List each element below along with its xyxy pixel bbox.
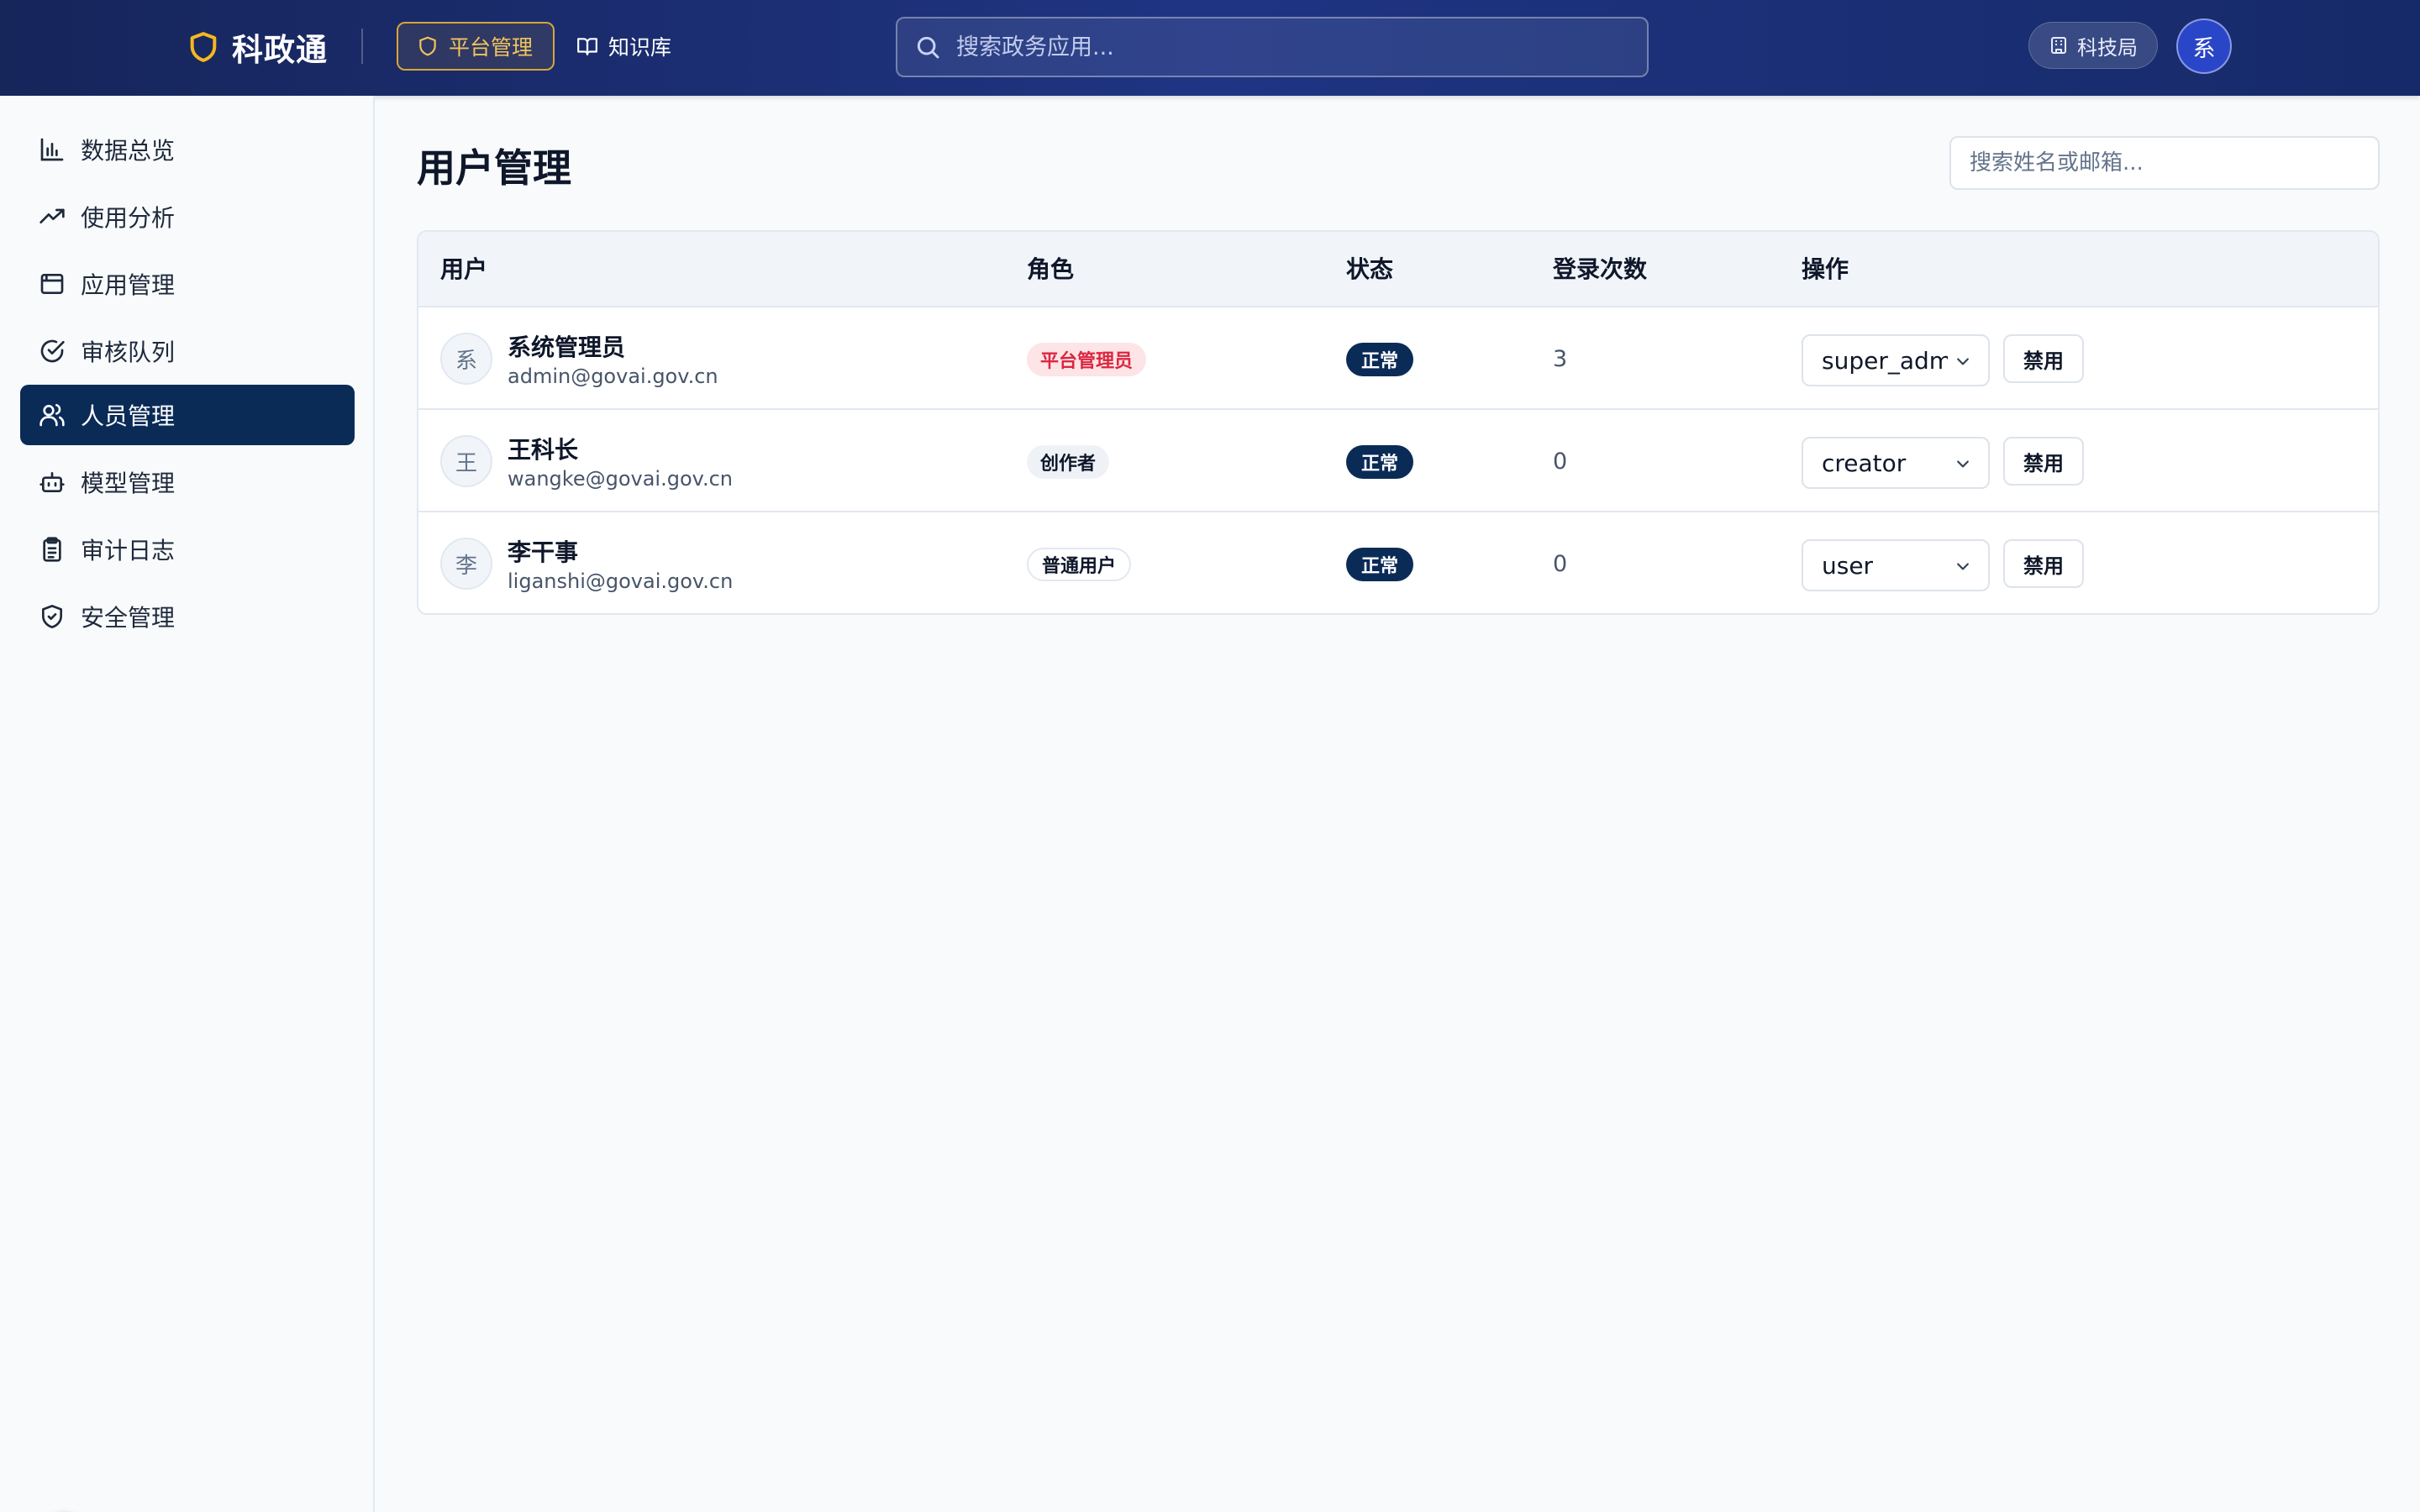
user-name: 李干事 xyxy=(508,538,579,566)
user-avatar: 李 xyxy=(440,538,492,590)
sidebar-item-usage-analysis[interactable]: 使用分析 xyxy=(20,186,355,247)
user-avatar: 王 xyxy=(440,435,492,487)
role-badge: 普通用户 xyxy=(1027,548,1132,581)
login-count: 0 xyxy=(1553,551,1568,577)
column-header-status: 状态 xyxy=(1346,255,1394,283)
sidebar: 数据总览 使用分析 应用管理 审核队列 人员管理 模型管理 审计日志 安全管理 xyxy=(0,96,375,1512)
sidebar-item-app-management[interactable]: 应用管理 xyxy=(20,254,355,314)
brand-logo[interactable]: 科政通 xyxy=(187,25,328,69)
sidebar-item-dashboard[interactable]: 数据总览 xyxy=(20,119,355,180)
global-search[interactable] xyxy=(896,17,1649,77)
top-bar: 科政通 平台管理 知识库 科技局 系 xyxy=(0,0,2420,96)
nav-knowledge-base-label: 知识库 xyxy=(608,35,672,60)
user-name: 王科长 xyxy=(508,436,579,464)
role-select[interactable]: super_admin xyxy=(1802,334,1990,386)
shield-logo-icon xyxy=(190,32,217,62)
sidebar-item-model-management[interactable]: 模型管理 xyxy=(20,452,355,512)
brand-name: 科政通 xyxy=(232,32,328,68)
sidebar-item-label: 安全管理 xyxy=(81,604,176,632)
user-search-input[interactable] xyxy=(1949,136,2380,190)
table-row: 系 系统管理员 admin@govai.gov.cn 平台管理员 正常 3 su… xyxy=(418,307,2378,410)
sidebar-item-audit-log[interactable]: 审计日志 xyxy=(20,519,355,580)
disable-button[interactable]: 禁用 xyxy=(2003,334,2084,383)
check-circle-icon xyxy=(40,339,65,363)
table-row: 李 李干事 liganshi@govai.gov.cn 普通用户 正常 0 us… xyxy=(418,512,2378,613)
column-header-login-count: 登录次数 xyxy=(1553,255,1648,283)
sidebar-item-label: 审计日志 xyxy=(81,537,176,564)
user-email: wangke@govai.gov.cn xyxy=(508,467,734,491)
chevron-down-icon xyxy=(1957,358,1969,365)
disable-button[interactable]: 禁用 xyxy=(2003,539,2084,588)
role-badge: 平台管理员 xyxy=(1027,343,1147,376)
disable-button[interactable]: 禁用 xyxy=(2003,437,2084,486)
user-table: 用户 角色 状态 登录次数 操作 系 系统管理员 admin@govai.gov… xyxy=(417,230,2380,615)
login-count: 0 xyxy=(1553,449,1568,475)
role-select-value: creator xyxy=(1822,449,1907,477)
column-header-user: 用户 xyxy=(440,255,488,283)
building-icon xyxy=(2051,37,2066,54)
sidebar-item-label: 应用管理 xyxy=(81,271,176,299)
role-badge: 创作者 xyxy=(1027,445,1110,479)
role-select[interactable]: creator xyxy=(1802,437,1990,489)
role-select[interactable]: user xyxy=(1802,539,1990,591)
user-name: 系统管理员 xyxy=(508,333,626,361)
bar-chart-icon xyxy=(40,138,64,161)
column-header-actions: 操作 xyxy=(1802,255,1849,283)
table-header: 用户 角色 状态 登录次数 操作 xyxy=(418,232,2378,307)
sidebar-item-label: 模型管理 xyxy=(81,470,176,497)
status-badge: 正常 xyxy=(1346,445,1414,479)
chevron-down-icon xyxy=(1957,460,1969,468)
table-row: 王 王科长 wangke@govai.gov.cn 创作者 正常 0 creat… xyxy=(418,410,2378,512)
org-label: 科技局 xyxy=(2077,35,2138,60)
sidebar-item-personnel[interactable]: 人员管理 xyxy=(20,385,355,445)
trending-up-icon xyxy=(39,208,65,223)
column-header-role: 角色 xyxy=(1027,255,1075,283)
user-avatar: 系 xyxy=(440,333,492,385)
users-icon xyxy=(39,403,65,427)
org-badge[interactable]: 科技局 xyxy=(2028,22,2158,69)
sidebar-item-security[interactable]: 安全管理 xyxy=(20,586,355,647)
clipboard-list-icon xyxy=(43,537,61,562)
sidebar-item-label: 审核队列 xyxy=(81,339,176,366)
sidebar-item-review-queue[interactable]: 审核队列 xyxy=(20,321,355,381)
role-select-value: user xyxy=(1822,551,1874,580)
nav-platform-admin[interactable]: 平台管理 xyxy=(397,22,555,71)
page-title: 用户管理 xyxy=(417,145,571,191)
user-avatar[interactable]: 系 xyxy=(2176,18,2232,74)
shield-icon xyxy=(419,36,436,56)
user-email: admin@govai.gov.cn xyxy=(508,365,718,388)
status-badge: 正常 xyxy=(1346,548,1414,581)
app-window-icon xyxy=(40,274,64,294)
top-divider xyxy=(361,29,363,64)
bot-icon xyxy=(39,472,65,492)
book-open-icon xyxy=(577,38,597,55)
user-email: liganshi@govai.gov.cn xyxy=(508,570,734,593)
sidebar-item-label: 使用分析 xyxy=(81,204,176,232)
global-search-input[interactable] xyxy=(956,34,1630,60)
login-count: 3 xyxy=(1553,346,1568,372)
sidebar-item-label: 数据总览 xyxy=(81,137,176,165)
chevron-down-icon xyxy=(1957,563,1969,570)
nav-platform-admin-label: 平台管理 xyxy=(449,35,534,60)
sidebar-item-label: 人员管理 xyxy=(81,402,176,430)
role-select-value: super_admin xyxy=(1822,346,1948,375)
search-icon xyxy=(917,36,939,59)
shield-check-icon xyxy=(42,605,62,628)
status-badge: 正常 xyxy=(1346,343,1414,376)
nav-knowledge-base[interactable]: 知识库 xyxy=(558,22,701,71)
